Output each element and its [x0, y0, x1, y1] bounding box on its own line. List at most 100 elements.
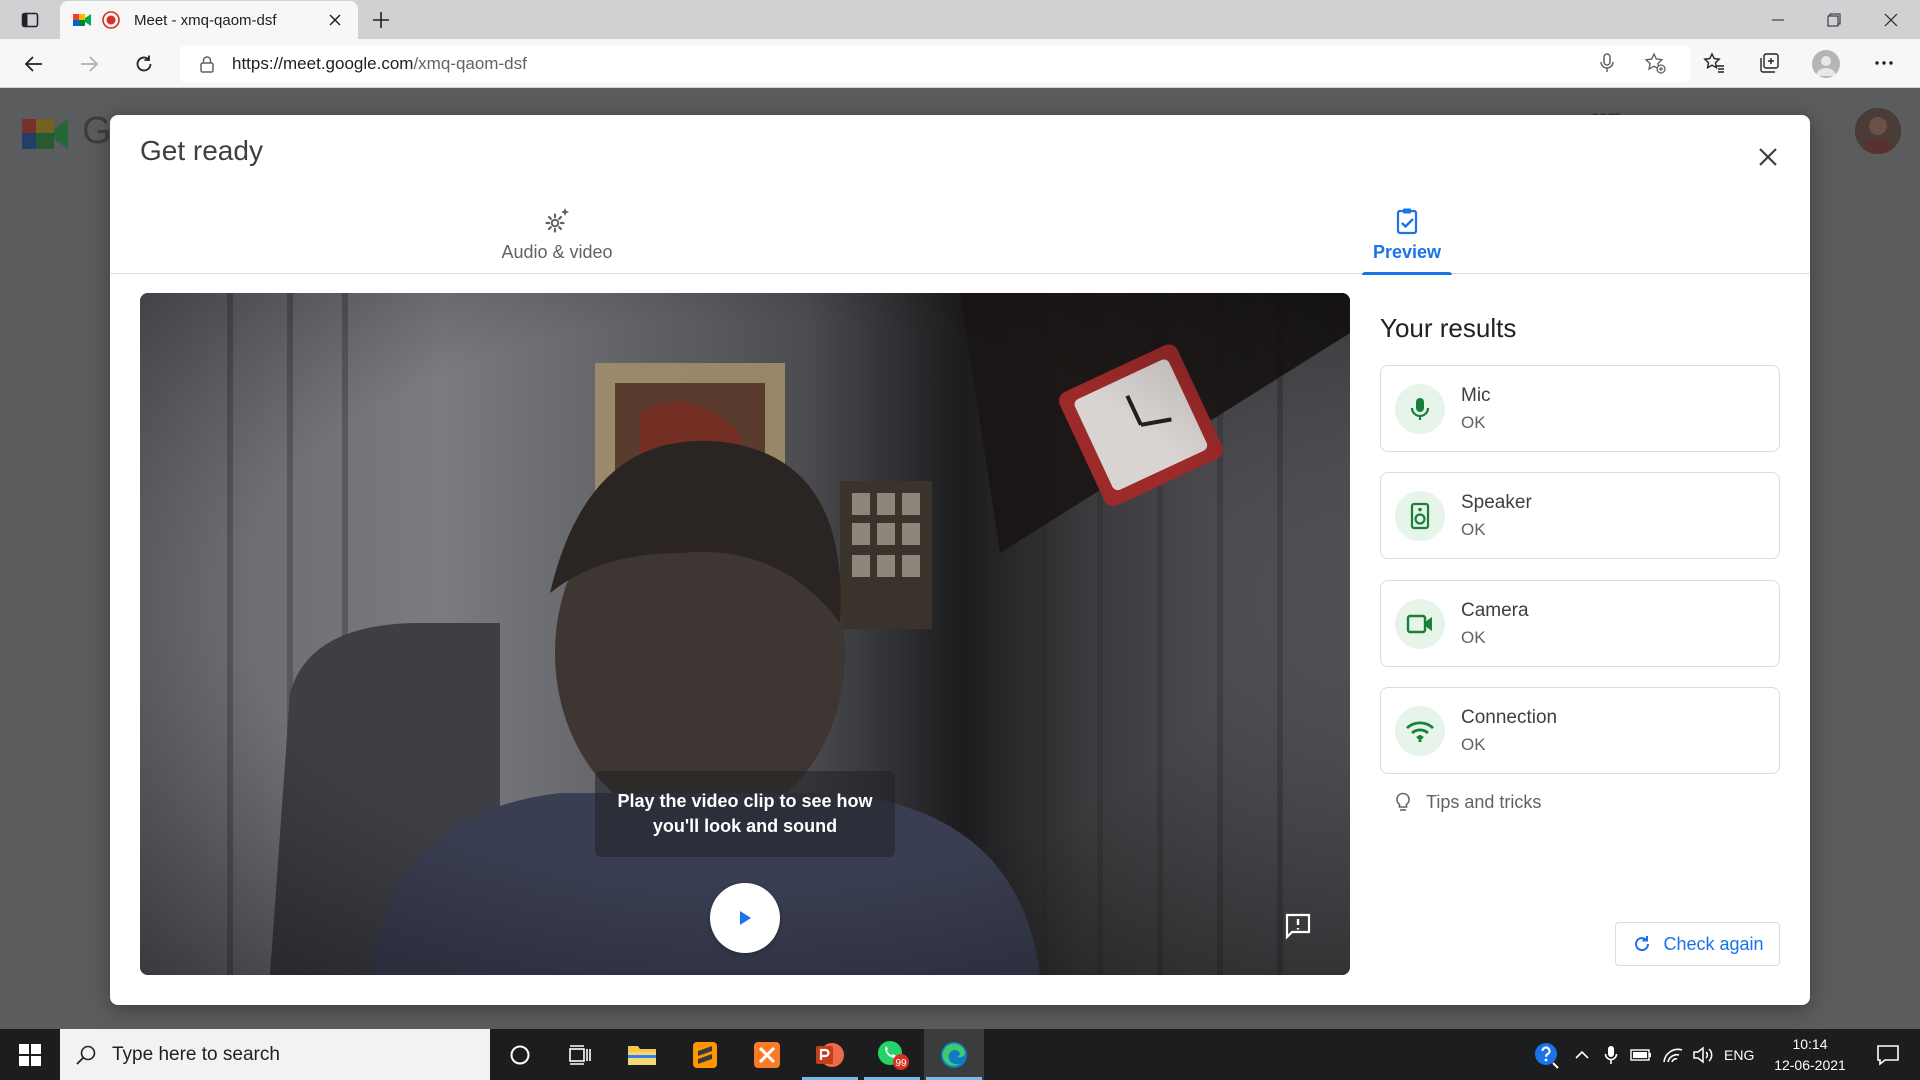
- lock-icon: [200, 56, 214, 73]
- restore-button[interactable]: [1805, 0, 1863, 39]
- favorites-list-icon: [1703, 52, 1724, 73]
- tab-audio-video[interactable]: Audio & video: [482, 195, 632, 274]
- start-button[interactable]: [0, 1029, 60, 1080]
- play-icon: [740, 911, 751, 925]
- results-title: Your results: [1380, 313, 1517, 343]
- camera-icon: [1395, 598, 1445, 649]
- settings-sparkle-icon: [542, 206, 572, 236]
- favorites-button[interactable]: [1698, 47, 1730, 79]
- battery-icon[interactable]: [1628, 1029, 1654, 1080]
- result-connection-status: OK: [1461, 734, 1486, 754]
- microphone-icon: [1600, 53, 1614, 72]
- recording-indicator-icon: [102, 11, 120, 29]
- more-horizontal-icon: [1875, 61, 1893, 65]
- file-explorer-app[interactable]: [612, 1029, 672, 1080]
- wifi-icon: [1395, 705, 1445, 756]
- result-mic-status: OK: [1461, 412, 1486, 432]
- network-icon[interactable]: [1660, 1029, 1686, 1080]
- powerpoint-icon: [816, 1042, 844, 1067]
- cortana-button[interactable]: [490, 1029, 550, 1080]
- powerpoint-app[interactable]: [800, 1029, 860, 1080]
- refresh-icon: [1631, 933, 1653, 955]
- notification-icon: [1877, 1044, 1899, 1066]
- xampp-app[interactable]: [737, 1029, 797, 1080]
- help-tray-button[interactable]: [1530, 1029, 1564, 1080]
- show-hidden-icons-button[interactable]: [1570, 1029, 1594, 1080]
- collections-button[interactable]: [1753, 47, 1785, 79]
- taskbar-clock[interactable]: 10:14 12-06-2021: [1768, 1034, 1852, 1076]
- add-favorite-button[interactable]: [1639, 47, 1671, 79]
- result-connection-name: Connection: [1461, 706, 1558, 728]
- cortana-circle-icon: [510, 1045, 530, 1064]
- check-again-button[interactable]: Check again: [1615, 922, 1780, 966]
- background-logo-text: G: [82, 110, 112, 152]
- tab-actions-button[interactable]: [12, 6, 48, 34]
- input-language-indicator[interactable]: ENG: [1724, 1029, 1754, 1080]
- back-button[interactable]: [16, 47, 52, 81]
- dialog-close-button[interactable]: [1750, 139, 1786, 175]
- volume-icon[interactable]: [1690, 1029, 1716, 1080]
- new-tab-button[interactable]: [366, 6, 396, 34]
- help-icon: [1535, 1042, 1559, 1069]
- address-bar[interactable]: https://meet.google.com/xmq-qaom-dsf: [180, 46, 1690, 82]
- forward-button[interactable]: [71, 47, 107, 81]
- tips-and-tricks-label: Tips and tricks: [1426, 791, 1542, 812]
- person-photo-icon: [1855, 108, 1901, 154]
- settings-more-button[interactable]: [1868, 47, 1900, 79]
- result-speaker-status: OK: [1461, 519, 1486, 539]
- folder-icon: [628, 1045, 656, 1065]
- refresh-button[interactable]: [126, 47, 162, 81]
- result-camera-status: OK: [1461, 627, 1486, 647]
- tab-audio-video-label: Audio & video: [501, 242, 613, 262]
- whatsapp-badge: 99: [895, 1058, 907, 1069]
- dialog-title: Get ready: [140, 135, 263, 166]
- result-card-connection: Connection OK: [1380, 687, 1780, 774]
- edge-icon: [941, 1041, 967, 1068]
- clock-time: 10:14: [1792, 1036, 1828, 1052]
- speaker-icon: [1395, 490, 1445, 541]
- feedback-button[interactable]: [1280, 908, 1316, 944]
- close-icon: [329, 14, 341, 26]
- edge-browser-app[interactable]: [924, 1029, 984, 1080]
- clock-date: 12-06-2021: [1774, 1057, 1846, 1073]
- task-view-icon: [569, 1044, 591, 1065]
- voice-search-button[interactable]: [1591, 47, 1623, 79]
- url-text: https://meet.google.com/xmq-qaom-dsf: [232, 54, 527, 74]
- browser-tab-meet[interactable]: Meet - xmq-qaom-dsf: [60, 1, 358, 39]
- tab-close-button[interactable]: [324, 9, 346, 31]
- background-account-avatar: [1855, 108, 1901, 154]
- tab-title: Meet - xmq-qaom-dsf: [134, 11, 277, 29]
- whatsapp-app[interactable]: 99: [862, 1029, 922, 1080]
- result-camera-name: Camera: [1461, 599, 1529, 621]
- collections-icon: [1760, 53, 1779, 73]
- taskbar-search-box[interactable]: Type here to search: [60, 1029, 490, 1080]
- windows-taskbar: Type here to search 99 ENG 10:14 12-06-2…: [0, 1029, 1920, 1080]
- task-view-button[interactable]: [550, 1029, 610, 1080]
- play-video-button[interactable]: [710, 883, 780, 953]
- notifications-button[interactable]: [1860, 1029, 1916, 1080]
- minimize-button[interactable]: [1749, 0, 1807, 39]
- microphone-tray-icon: [1600, 1029, 1622, 1080]
- taskbar-search-placeholder: Type here to search: [112, 1043, 280, 1065]
- video-preview: Play the video clip to see how you'll lo…: [140, 293, 1350, 975]
- sublime-text-app[interactable]: [675, 1029, 735, 1080]
- tab-preview-label: Preview: [1372, 242, 1442, 262]
- profile-avatar[interactable]: [1812, 50, 1840, 78]
- arrow-right-icon: [81, 56, 99, 72]
- tab-actions-icon: [21, 12, 39, 28]
- person-icon: [1816, 56, 1836, 76]
- tips-and-tricks-link[interactable]: Tips and tricks: [1392, 791, 1541, 813]
- mic-icon: [1395, 383, 1445, 434]
- minimize-icon: [1772, 19, 1784, 20]
- window-close-button[interactable]: [1862, 0, 1920, 39]
- star-add-icon: [1644, 52, 1666, 74]
- plus-icon: [373, 12, 389, 28]
- tab-preview[interactable]: Preview: [1360, 195, 1454, 275]
- feedback-icon: [1285, 913, 1311, 940]
- search-icon: [74, 1043, 98, 1067]
- sublime-icon: [693, 1041, 717, 1068]
- chevron-up-icon: [1575, 1050, 1589, 1059]
- close-icon: [1759, 148, 1777, 166]
- play-video-message: Play the video clip to see how you'll lo…: [595, 771, 895, 857]
- xampp-icon: [754, 1041, 780, 1068]
